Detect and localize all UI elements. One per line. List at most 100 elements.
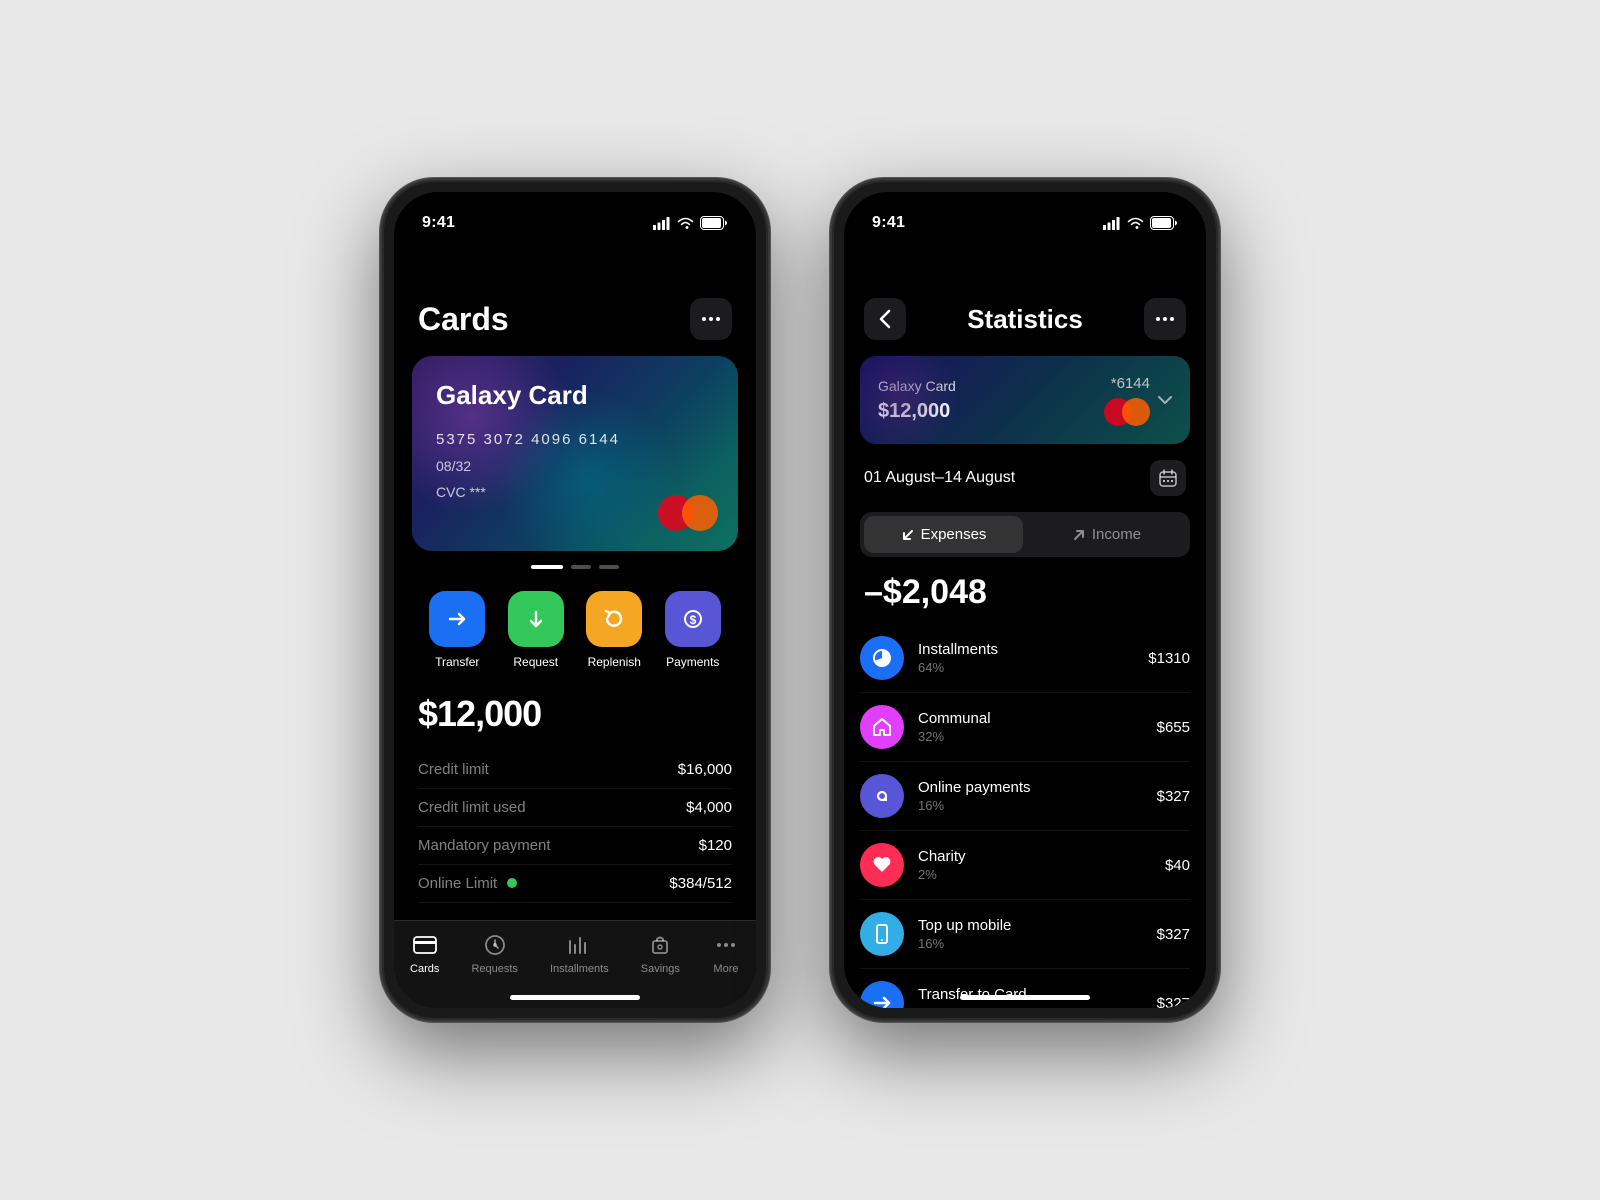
cards-menu-button[interactable]: [690, 298, 732, 340]
tab-more[interactable]: More: [712, 931, 740, 975]
dynamic-island-cards: [394, 240, 756, 286]
mobile-icon: [860, 912, 904, 956]
home-icon: [871, 716, 893, 738]
request-arrow-icon: [525, 608, 547, 630]
mobile-amount: $327: [1157, 926, 1190, 943]
stats-card-right: *6144: [1104, 375, 1172, 426]
back-button[interactable]: [864, 298, 906, 340]
category-item-online: Online payments 16% $327: [860, 762, 1190, 831]
income-tab-label: Income: [1092, 526, 1141, 543]
total-expenses: –$2,048: [844, 557, 1206, 624]
stats-card-balance: $12,000: [878, 400, 956, 423]
phone-frame-cards: 9:41: [380, 178, 770, 1022]
transfer-label: Transfer: [435, 655, 479, 669]
stats-menu-button[interactable]: [1144, 298, 1186, 340]
tab-installments[interactable]: Installments: [550, 931, 609, 975]
signal-icon-stats: [1103, 217, 1121, 230]
balance-section: $12,000 Credit limit $16,000 Credit limi…: [394, 689, 756, 919]
expenses-tab[interactable]: Expenses: [864, 516, 1023, 553]
card-dots-indicator: [394, 565, 756, 569]
transfer-button[interactable]: Transfer: [429, 591, 485, 669]
mandatory-label: Mandatory payment: [418, 837, 551, 854]
stats-tabs: Expenses Income: [860, 512, 1190, 557]
tab-cards-label: Cards: [410, 963, 439, 975]
home-bar-cards: [510, 995, 640, 1000]
wifi-icon-stats: [1127, 217, 1144, 230]
tab-cards[interactable]: Cards: [410, 931, 439, 975]
date-range-text: 01 August–14 August: [864, 469, 1015, 487]
replenish-button[interactable]: Replenish: [586, 591, 642, 669]
stats-title: Statistics: [967, 304, 1083, 335]
installments-icon: [860, 636, 904, 680]
charity-icon: [860, 843, 904, 887]
dot-1: [531, 565, 563, 569]
installments-tab-icon: [565, 931, 593, 959]
cards-screen: 9:41: [394, 192, 756, 1008]
category-item-transfer: Transfer to Card 14% $327: [860, 969, 1190, 1008]
payments-button[interactable]: $ Payments: [665, 591, 721, 669]
cards-tab-icon: [411, 931, 439, 959]
status-icons-cards: [653, 216, 728, 230]
credit-limit-label: Credit limit: [418, 761, 489, 778]
income-icon: [1072, 528, 1086, 542]
home-bar-stats: [960, 995, 1090, 1000]
credit-used-label: Credit limit used: [418, 799, 526, 816]
wifi-icon: [677, 217, 694, 230]
tab-savings[interactable]: Savings: [641, 931, 680, 975]
calendar-icon: [1158, 468, 1178, 488]
status-bar-cards: 9:41: [394, 192, 756, 240]
balance-row-credit-used: Credit limit used $4,000: [418, 789, 732, 827]
balance-amount: $12,000: [418, 693, 732, 735]
calendar-button[interactable]: [1150, 460, 1186, 496]
statistics-screen: 9:41: [844, 192, 1206, 1008]
chevron-down-icon: [1158, 396, 1172, 404]
dot-2: [571, 565, 591, 569]
battery-icon-stats: [1150, 216, 1178, 230]
pie-chart-icon: [871, 647, 893, 669]
date-range: 01 August–14 August: [844, 444, 1206, 512]
more-tab-icon: [712, 931, 740, 959]
category-item-charity: Charity 2% $40: [860, 831, 1190, 900]
action-buttons: Transfer Request: [394, 583, 756, 689]
tab-bar: Cards Requests: [394, 920, 756, 1008]
battery-icon: [700, 216, 728, 230]
more-icon: [714, 933, 738, 957]
income-tab[interactable]: Income: [1027, 516, 1186, 553]
stats-card-name: Galaxy Card: [878, 378, 956, 394]
communal-amount: $655: [1157, 719, 1190, 736]
online-name: Online payments: [918, 779, 1143, 796]
balance-row-mandatory: Mandatory payment $120: [418, 827, 732, 865]
communal-percent: 32%: [918, 729, 1143, 744]
online-limit-value: $384/512: [669, 875, 732, 892]
charity-name: Charity: [918, 848, 1151, 865]
installments-percent: 64%: [918, 660, 1134, 675]
transfer-icon-bg: [429, 591, 485, 647]
stats-galaxy-card: Galaxy Card $12,000 *6144: [860, 356, 1190, 444]
mastercard-logo: [658, 495, 718, 531]
tab-requests[interactable]: Requests: [471, 931, 517, 975]
charity-percent: 2%: [918, 867, 1151, 882]
transfer-card-icon: [860, 981, 904, 1008]
online-amount: $327: [1157, 788, 1190, 805]
online-indicator: [507, 878, 517, 888]
stats-card-info: Galaxy Card $12,000: [878, 378, 956, 423]
cards-header: Cards: [394, 286, 756, 356]
phone-mobile-icon: [871, 923, 893, 945]
category-item-mobile: Top up mobile 16% $327: [860, 900, 1190, 969]
back-chevron-icon: [879, 309, 891, 329]
tab-installments-label: Installments: [550, 963, 609, 975]
tab-more-label: More: [713, 963, 738, 975]
category-list: Installments 64% $1310 Comm: [844, 624, 1206, 1008]
expenses-icon: [901, 528, 915, 542]
communal-name: Communal: [918, 710, 1143, 727]
savings-icon: [648, 933, 672, 957]
stats-more-dots-icon: [1156, 317, 1174, 321]
cards-icon: [413, 936, 437, 954]
balance-row-online-limit: Online Limit $384/512: [418, 865, 732, 903]
mobile-percent: 16%: [918, 936, 1143, 951]
request-button[interactable]: Request: [508, 591, 564, 669]
signal-icon: [653, 217, 671, 230]
charity-info: Charity 2%: [918, 848, 1151, 882]
savings-tab-icon: [646, 931, 674, 959]
stats-mastercard-logo: [1104, 398, 1150, 426]
